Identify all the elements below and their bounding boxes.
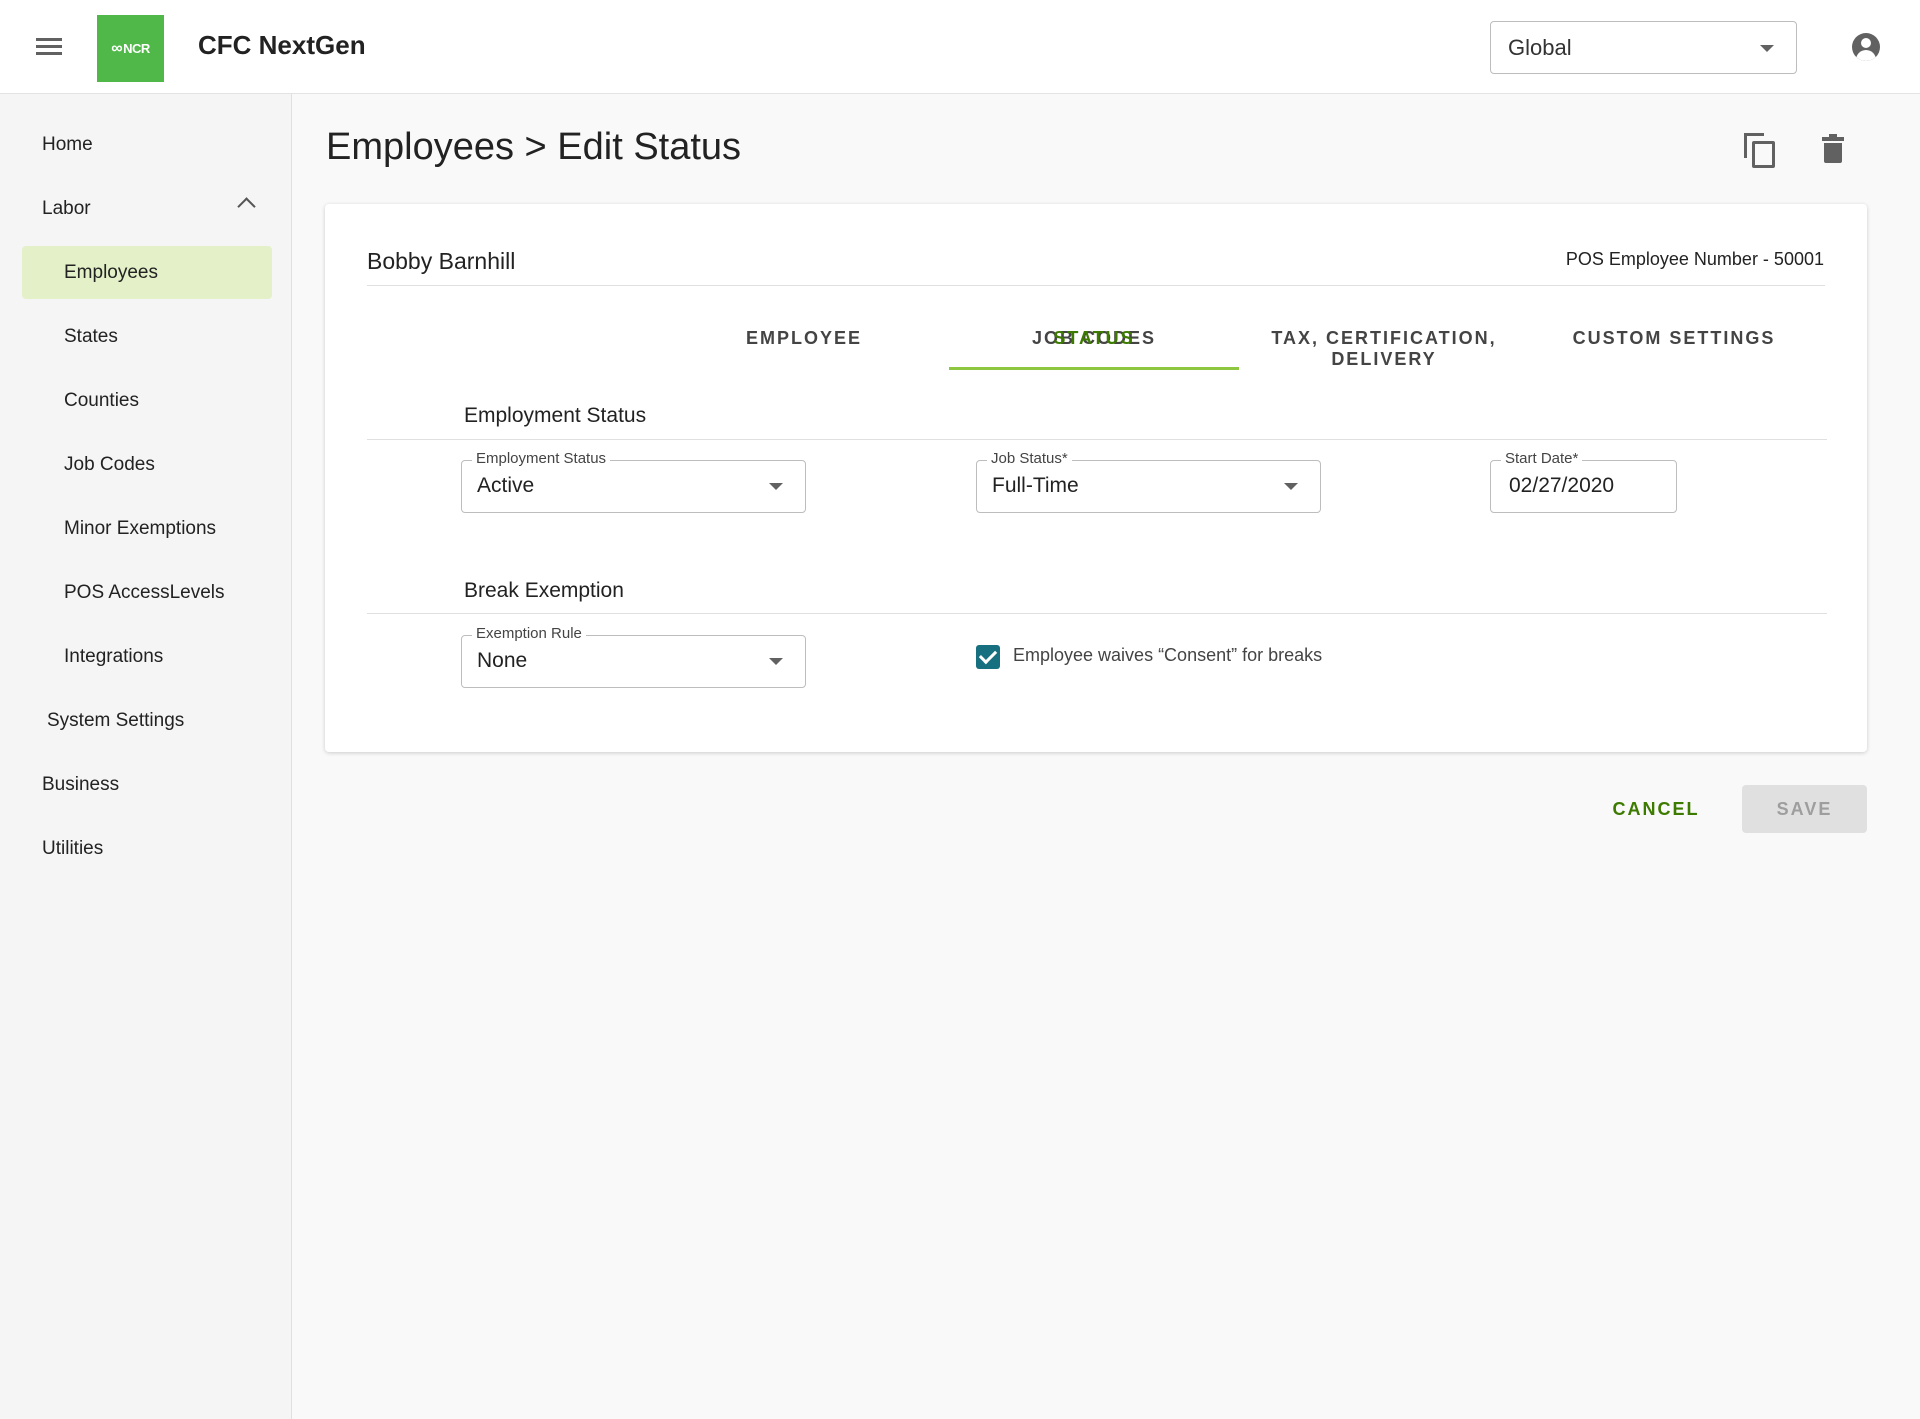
sidebar-item-system-settings[interactable]: System Settings <box>47 710 184 732</box>
employee-name: Bobby Barnhill <box>367 248 516 274</box>
menu-icon[interactable] <box>34 34 64 60</box>
chevron-up-icon[interactable] <box>237 197 256 216</box>
start-date-field[interactable]: Start Date* 02/27/2020 <box>1490 450 1677 513</box>
tab-tax-certification-delivery[interactable]: TAX, CERTIFICATION, DELIVERY <box>1239 328 1529 370</box>
page-title: Employees > Edit Status <box>326 126 742 168</box>
logo-mark-icon: ∞ <box>111 39 123 57</box>
app-title: CFC NextGen <box>198 30 366 60</box>
copy-icon[interactable] <box>1744 133 1775 168</box>
employment-status-select[interactable]: Employment Status Active <box>461 450 806 513</box>
logo-text: NCR <box>123 41 150 56</box>
active-tab-indicator <box>949 367 1239 370</box>
employment-status-label: Employment Status <box>472 450 611 467</box>
employment-status-value: Active <box>477 474 535 497</box>
top-app-bar: ∞ NCR CFC NextGen Global <box>0 0 1920 94</box>
tab-employee[interactable]: EMPLOYEE <box>659 328 949 349</box>
employee-status-card: Bobby Barnhill POS Employee Number - 500… <box>325 204 1867 752</box>
exemption-rule-select[interactable]: Exemption Rule None <box>461 625 806 688</box>
sidebar-item-home[interactable]: Home <box>42 134 93 156</box>
sidebar-item-utilities[interactable]: Utilities <box>42 838 103 860</box>
waive-consent-checkbox[interactable] <box>976 645 1000 669</box>
divider <box>367 613 1827 614</box>
pos-employee-number: POS Employee Number - 50001 <box>1565 249 1824 269</box>
job-status-value: Full-Time <box>992 474 1079 497</box>
break-exemption-section-title: Break Exemption <box>464 579 624 602</box>
exemption-rule-label: Exemption Rule <box>472 625 586 642</box>
divider <box>367 285 1825 286</box>
chevron-down-icon <box>1284 483 1298 490</box>
sidebar-item-job-codes[interactable]: Job Codes <box>64 454 155 476</box>
ncr-logo: ∞ NCR <box>97 15 164 82</box>
account-circle-icon[interactable] <box>1852 33 1880 61</box>
sidebar-item-pos-accesslevels[interactable]: POS AccessLevels <box>64 582 225 604</box>
sidebar-item-states[interactable]: States <box>64 326 118 348</box>
sidebar-item-labor[interactable]: Labor <box>42 198 91 220</box>
chevron-down-icon <box>769 658 783 665</box>
cancel-button[interactable]: CANCEL <box>1596 785 1716 833</box>
chevron-down-icon <box>1760 45 1774 52</box>
exemption-rule-value: None <box>477 649 528 672</box>
divider <box>367 439 1827 440</box>
job-status-select[interactable]: Job Status* Full-Time <box>976 450 1321 513</box>
start-date-value: 02/27/2020 <box>1509 474 1615 497</box>
sidebar-item-minor-exemptions[interactable]: Minor Exemptions <box>64 518 216 540</box>
employment-status-section-title: Employment Status <box>464 404 647 427</box>
scope-select-value: Global <box>1508 35 1572 60</box>
tab-status[interactable]: STATUS <box>949 328 1239 349</box>
sidebar-item-integrations[interactable]: Integrations <box>64 646 163 668</box>
job-status-label: Job Status* <box>987 450 1072 467</box>
sidebar-item-business[interactable]: Business <box>42 774 119 796</box>
delete-icon[interactable] <box>1822 134 1844 164</box>
chevron-down-icon <box>769 483 783 490</box>
save-button[interactable]: SAVE <box>1742 785 1867 833</box>
tab-custom-settings[interactable]: CUSTOM SETTINGS <box>1529 328 1819 349</box>
sidebar: Home Labor Employees States Counties Job… <box>0 94 292 1419</box>
waive-consent-label: Employee waives “Consent” for breaks <box>1013 645 1323 665</box>
sidebar-item-employees[interactable]: Employees <box>64 262 158 284</box>
checkmark-icon <box>978 645 998 665</box>
scope-select[interactable]: Global <box>1490 21 1797 74</box>
sidebar-item-counties[interactable]: Counties <box>64 390 139 412</box>
start-date-label: Start Date* <box>1501 450 1583 467</box>
